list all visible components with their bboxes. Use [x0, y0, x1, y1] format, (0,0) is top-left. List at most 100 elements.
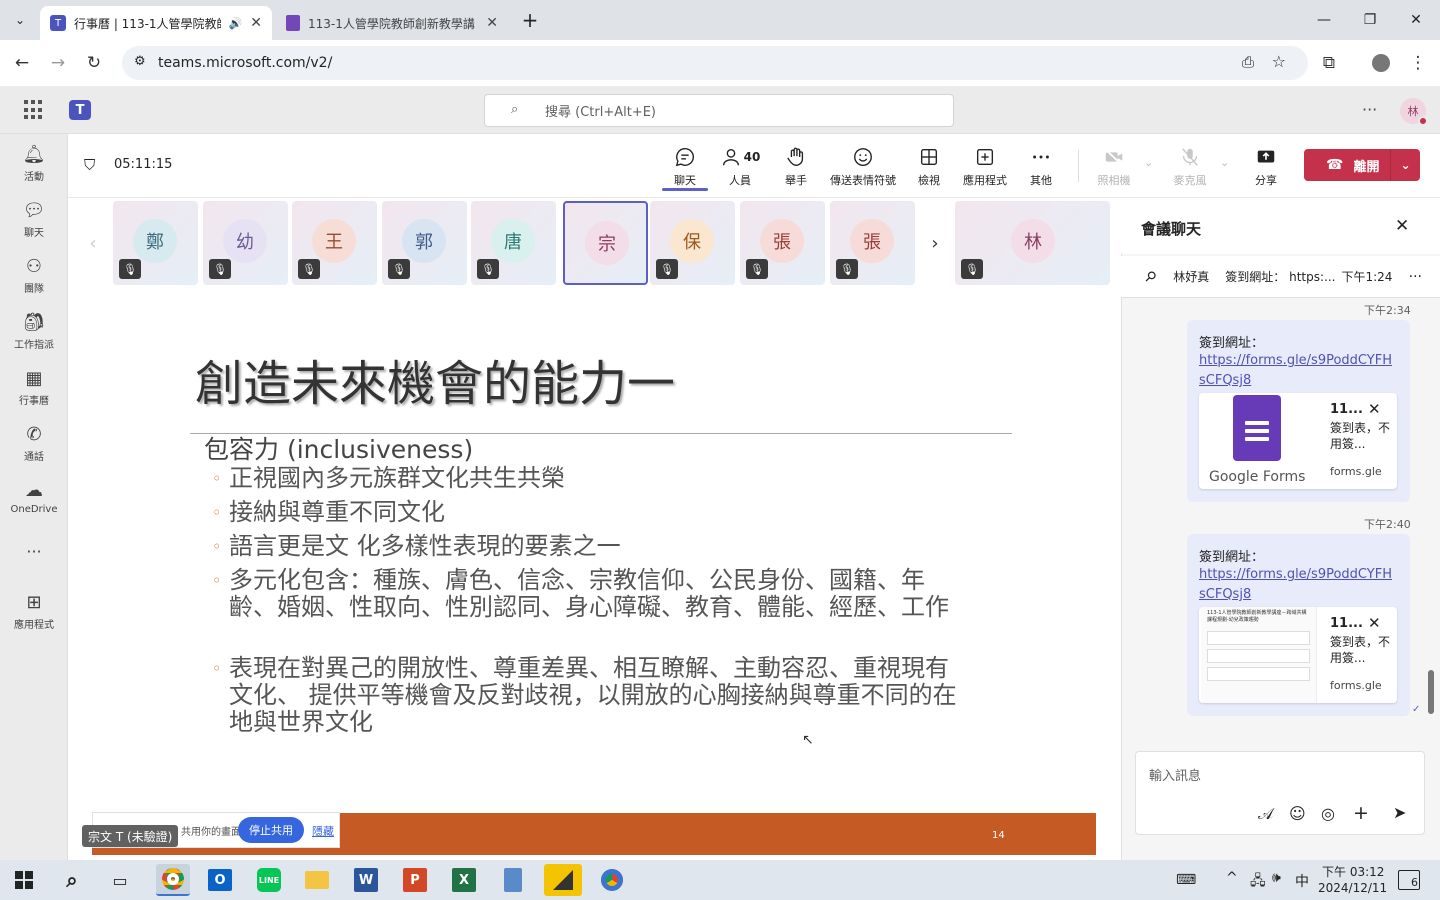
chat-scrollbar[interactable]: [1428, 670, 1434, 714]
minimize-button[interactable]: —: [1304, 8, 1344, 32]
tab-close-icon[interactable]: ✕: [486, 15, 498, 31]
pinned-more-icon[interactable]: ···: [1409, 269, 1422, 285]
extensions-icon[interactable]: ⧉: [1316, 50, 1342, 76]
loop-icon[interactable]: ◎: [1321, 804, 1335, 823]
mic-options-chevron-icon[interactable]: ⌄: [1220, 156, 1229, 169]
search-input[interactable]: ⌕ 搜尋 (Ctrl+Alt+E): [484, 94, 954, 127]
camera-options-chevron-icon[interactable]: ⌄: [1144, 156, 1153, 169]
message-link[interactable]: https://forms.gle/s9PoddCYFHsCFQsj8: [1199, 351, 1398, 391]
restore-button[interactable]: ❐: [1350, 8, 1390, 32]
participant-tile[interactable]: 王 🎙︎: [292, 201, 377, 285]
participant-tile[interactable]: 幼 🎙︎: [203, 201, 288, 285]
leave-options-chevron-icon[interactable]: ⌄: [1390, 149, 1420, 181]
url-field[interactable]: ⚙ teams.microsoft.com/v2/ ⎙ ☆: [122, 46, 1308, 80]
sticky-notes-icon[interactable]: [544, 864, 582, 896]
windows-start-icon[interactable]: [8, 864, 40, 896]
word-icon[interactable]: W: [350, 864, 382, 896]
new-tab-button[interactable]: +: [518, 8, 542, 32]
back-button[interactable]: ←: [9, 50, 35, 76]
send-icon[interactable]: ➤: [1393, 803, 1406, 822]
chrome-icon[interactable]: [596, 864, 628, 896]
rail-item-teams[interactable]: ⚇ 團隊: [0, 256, 68, 295]
gallery-previous-button[interactable]: ‹: [78, 201, 108, 285]
rail-item-calendar[interactable]: ▦ 行事曆: [0, 368, 68, 407]
excel-icon[interactable]: X: [448, 864, 480, 896]
notifications-icon[interactable]: 6: [1398, 870, 1420, 890]
app-launcher-icon[interactable]: [24, 100, 44, 120]
chat-button[interactable]: 聊天: [655, 146, 715, 188]
participant-tile[interactable]: 郭 🎙︎: [382, 201, 467, 285]
rail-item-activity[interactable]: 🔔︎ 活動: [0, 144, 68, 183]
message-link[interactable]: https://forms.gle/s9PoddCYFHsCFQsj8: [1199, 565, 1398, 605]
participant-tile[interactable]: 張 🎙︎: [740, 201, 825, 285]
profile-icon[interactable]: [1368, 50, 1394, 76]
volume-icon[interactable]: 🕪︎: [1272, 870, 1281, 886]
network-icon[interactable]: 🖧︎: [1250, 870, 1266, 894]
tab-close-icon[interactable]: ✕: [250, 15, 262, 31]
reload-button[interactable]: ↻: [81, 50, 107, 76]
participant-tile[interactable]: 林 🎙︎: [955, 201, 1110, 285]
chrome-icon[interactable]: [156, 864, 190, 896]
hide-sharing-bar-link[interactable]: 隱藏: [312, 823, 334, 839]
participant-tile[interactable]: 宗: [563, 201, 648, 285]
window-close-button[interactable]: ✕: [1396, 8, 1436, 32]
more-button[interactable]: 其他: [1011, 146, 1071, 188]
rail-item-onedrive[interactable]: ☁︎ OneDrive: [0, 480, 68, 515]
browser-tab-forms[interactable]: 113-1人管學院教師創新教學講 ✕: [276, 6, 508, 40]
leave-button[interactable]: ☎︎ 離開 ⌄: [1304, 149, 1420, 181]
tab-search-button[interactable]: ⌄: [8, 8, 32, 32]
format-icon[interactable]: 𝒜: [1258, 804, 1273, 824]
site-info-icon[interactable]: ⚙: [134, 54, 146, 69]
card-close-icon[interactable]: ✕: [1368, 614, 1381, 632]
search-placeholder: 搜尋 (Ctrl+Alt+E): [545, 105, 657, 120]
link-preview-card[interactable]: 113-1人管學院教師創新教學講座－跨域共構課程規劃-幼兒政策趨勢 11... …: [1199, 607, 1397, 703]
rail-more-button[interactable]: ···: [0, 542, 68, 561]
participant-tile[interactable]: 鄭 🎙︎: [113, 201, 198, 285]
rail-item-apps[interactable]: ⊞ 應用程式: [0, 592, 68, 631]
browser-menu-icon[interactable]: ⋮: [1405, 50, 1431, 76]
taskbar-search-icon[interactable]: ⌕: [56, 864, 88, 896]
camera-button[interactable]: 照相機: [1084, 146, 1144, 188]
react-button[interactable]: 傳送表情符號: [826, 146, 900, 188]
camera-label: 照相機: [1097, 174, 1131, 187]
participant-tile[interactable]: 唐 🎙︎: [471, 201, 556, 285]
keyboard-icon[interactable]: ⌨: [1176, 872, 1196, 888]
tray-chevron-icon[interactable]: ^: [1226, 870, 1238, 886]
people-button[interactable]: 40 人員: [710, 146, 770, 188]
message-compose-box[interactable]: 輸入訊息 𝒜 ☺ ◎ + ➤: [1135, 751, 1425, 835]
stop-sharing-button[interactable]: 停止共用: [238, 817, 304, 843]
outlook-icon[interactable]: O: [204, 864, 236, 896]
clock-time[interactable]: 下午 03:12: [1322, 863, 1384, 880]
more-options-icon[interactable]: ···: [1362, 100, 1377, 119]
rail-item-assignments[interactable]: 🎒︎ 工作指派: [0, 312, 68, 351]
avatar[interactable]: 林: [1400, 98, 1428, 126]
participant-tile[interactable]: 保 🎙︎: [650, 201, 735, 285]
calendar-icon: ▦: [25, 368, 43, 389]
clock-date[interactable]: 2024/12/11: [1318, 881, 1387, 895]
gallery-next-button[interactable]: ›: [920, 201, 950, 285]
view-button[interactable]: 檢視: [899, 146, 959, 188]
forward-button[interactable]: →: [45, 50, 71, 76]
share-button[interactable]: 分享: [1236, 146, 1296, 188]
task-view-icon[interactable]: ▭: [104, 864, 136, 896]
rail-item-calls[interactable]: ✆ 通話: [0, 424, 68, 463]
card-close-icon[interactable]: ✕: [1368, 400, 1381, 418]
ime-indicator[interactable]: 中: [1295, 871, 1309, 891]
raise-hand-button[interactable]: 舉手: [766, 146, 826, 188]
powerpoint-icon[interactable]: P: [399, 864, 431, 896]
link-preview-card[interactable]: Google Forms 11... ✕ 簽到表，不用簽... forms.gl…: [1199, 393, 1397, 489]
pinned-message[interactable]: ⚲ 林妤真 簽到網址： https:... 下午1:24 ···: [1121, 256, 1440, 298]
apps-button[interactable]: 應用程式: [955, 146, 1015, 188]
line-icon[interactable]: LINE: [253, 864, 285, 896]
mic-button[interactable]: 麥克風: [1160, 146, 1220, 188]
browser-tab-teams[interactable]: T 行事曆 | 113-1人管學院教師 🔊 ✕: [40, 6, 272, 40]
rail-item-chat[interactable]: 💬︎ 聊天: [0, 200, 68, 239]
install-app-icon[interactable]: ⎙: [1242, 53, 1254, 71]
calculator-icon[interactable]: [497, 864, 529, 896]
attach-plus-icon[interactable]: +: [1353, 802, 1369, 824]
file-explorer-icon[interactable]: [301, 864, 333, 896]
bookmark-star-icon[interactable]: ☆: [1272, 52, 1286, 71]
emoji-icon[interactable]: ☺: [1289, 804, 1306, 823]
participant-tile[interactable]: 張 🎙︎: [830, 201, 915, 285]
close-chat-icon[interactable]: ✕: [1395, 216, 1409, 236]
